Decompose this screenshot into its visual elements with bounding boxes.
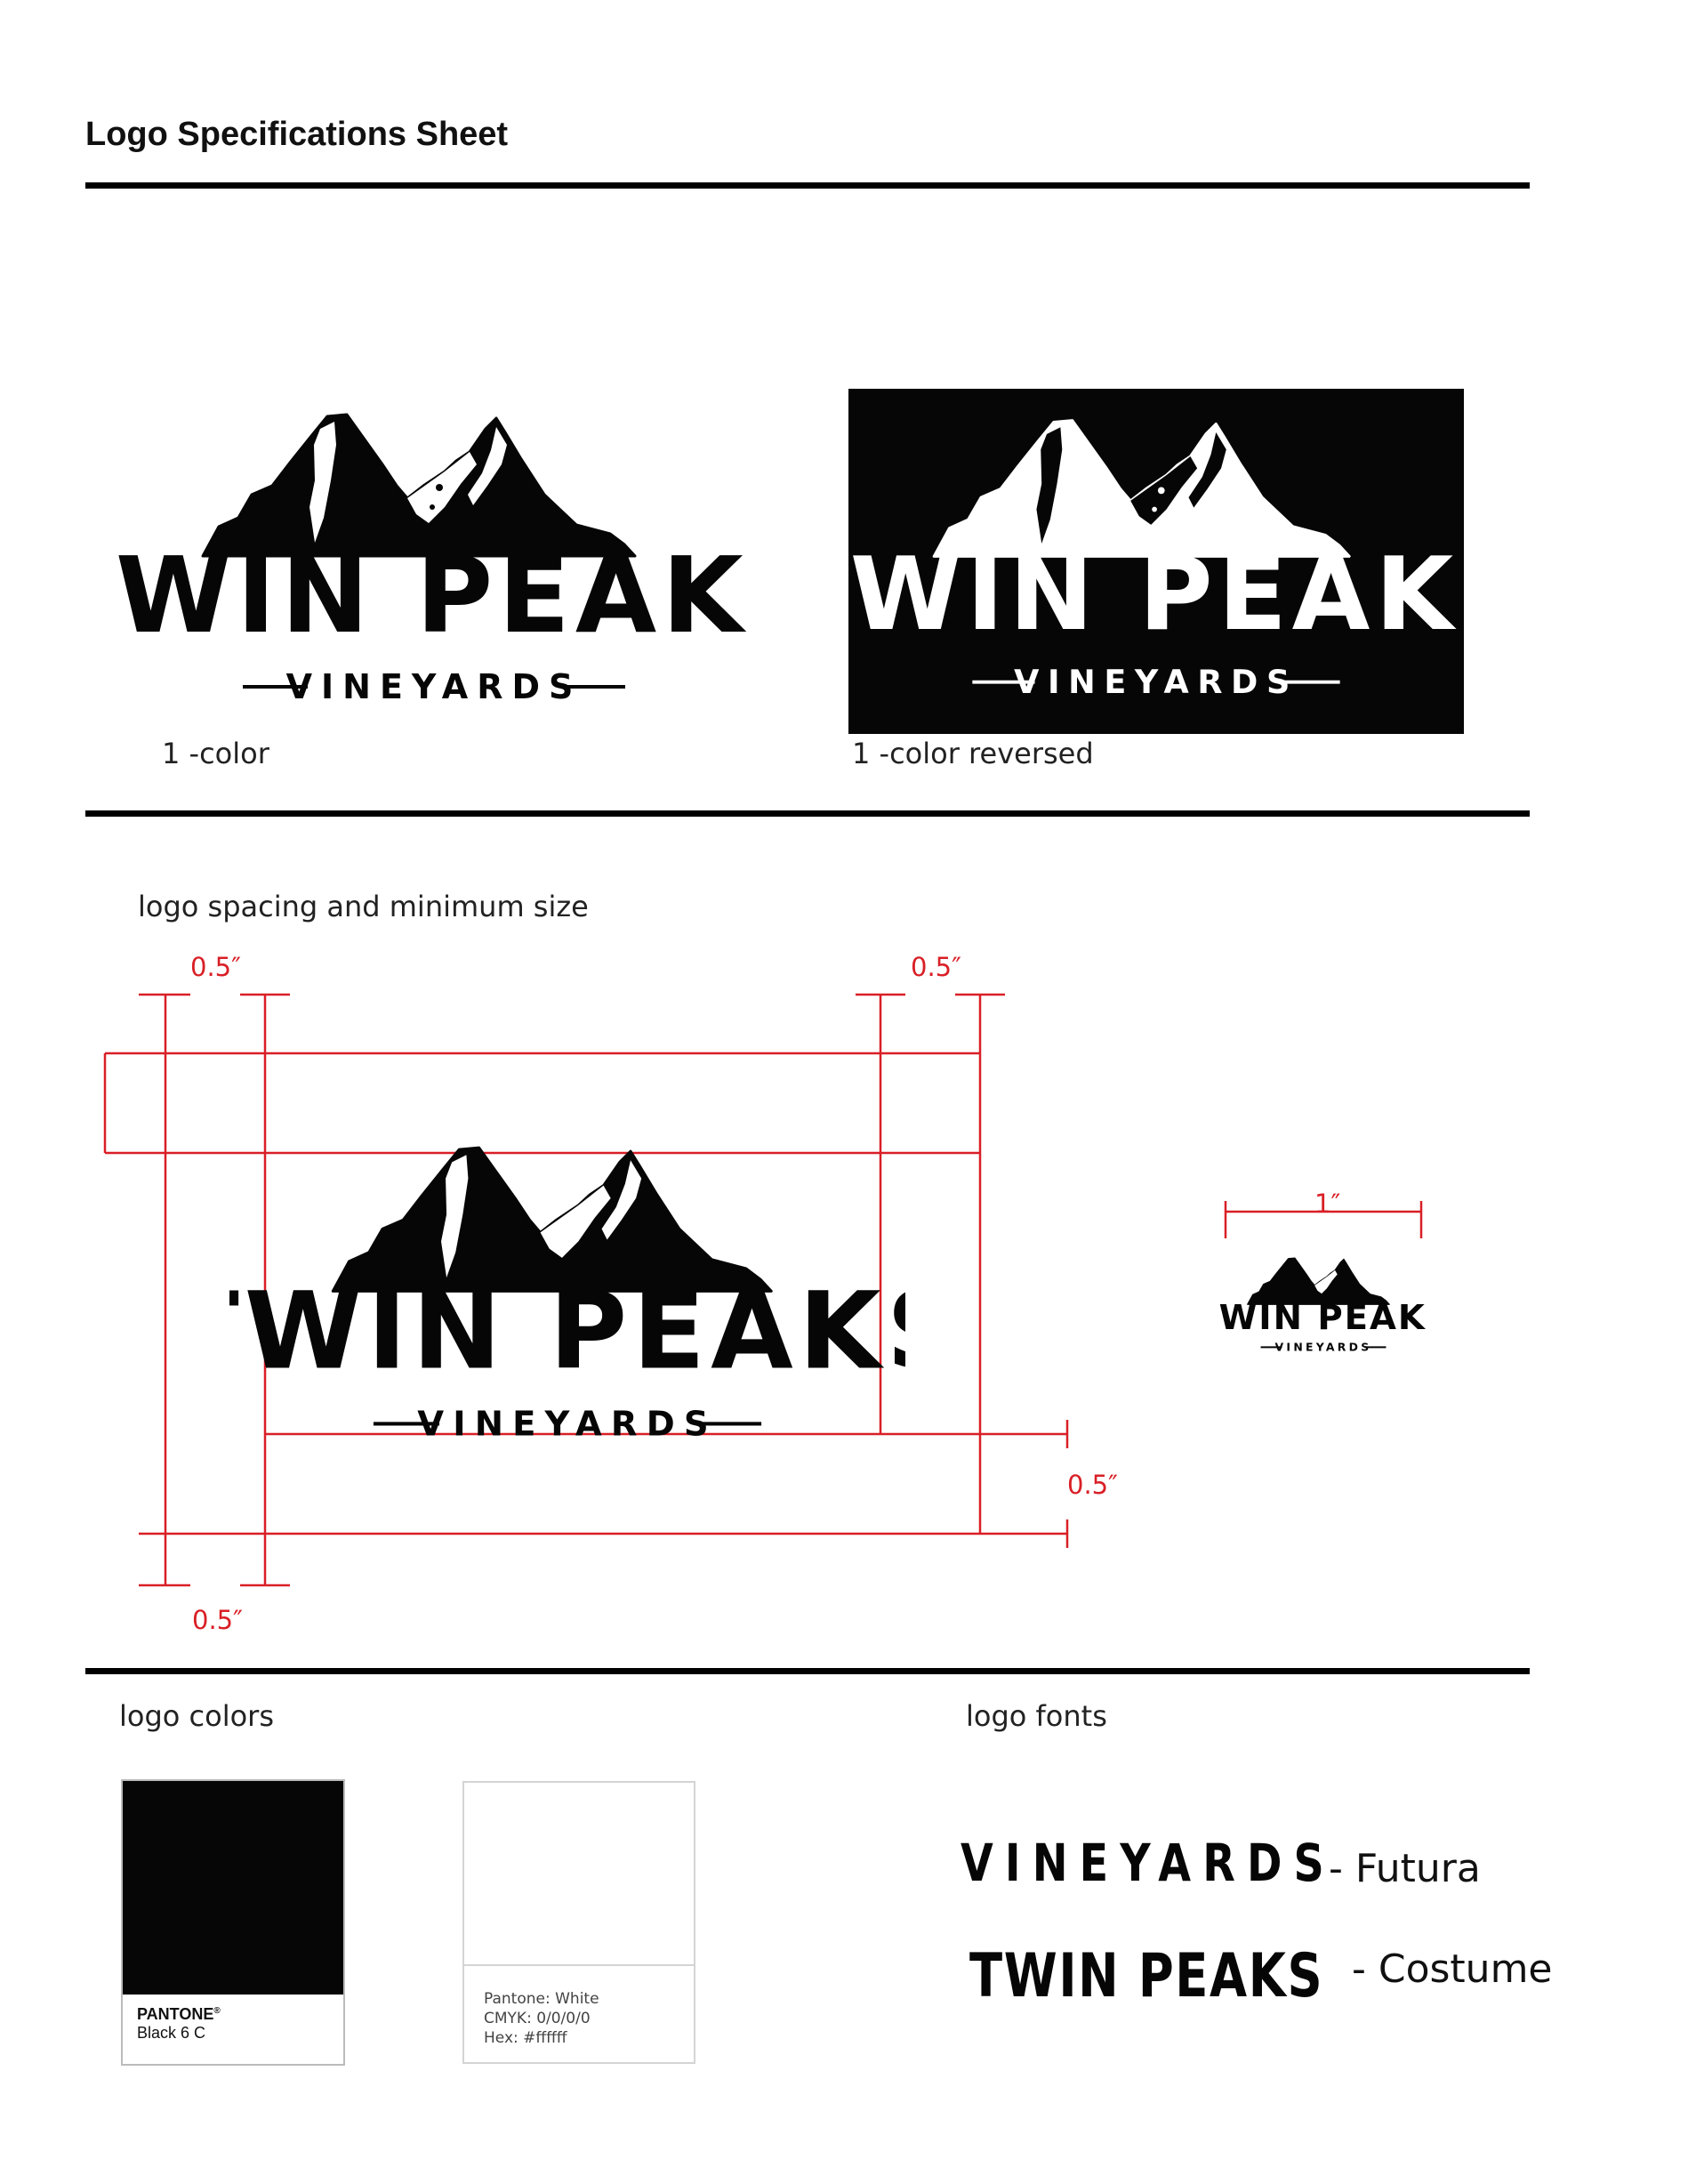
font-sample-vineyards: VINEYARDS <box>961 1833 1336 1893</box>
divider <box>85 1668 1530 1674</box>
min-size-label: 1″ <box>1314 1189 1341 1219</box>
logo-minimum-size: TWIN PEAKS VINEYARDS <box>1218 1257 1428 1354</box>
margin-label-bottom: 0.5″ <box>192 1605 243 1635</box>
logo-vineyards-text: VINEYARDS <box>417 1405 717 1445</box>
colors-heading: logo colors <box>119 1699 274 1733</box>
logo-twin-peaks-text: TWIN PEAKS <box>229 1270 905 1394</box>
color-swatch-white: Pantone: White CMYK: 0/0/0/0 Hex: #fffff… <box>462 1781 695 2064</box>
swatch-black-fill <box>123 1781 343 1995</box>
font-name-costume: - Costume <box>1352 1946 1553 1992</box>
swatch-brand: PANTONE® <box>137 2005 221 2023</box>
margin-label-right: 0.5″ <box>1067 1470 1118 1500</box>
margin-label-top-right: 0.5″ <box>911 952 961 982</box>
swatch-divider <box>464 1964 694 1966</box>
swatch-code: Black 6 C <box>137 2024 206 2042</box>
logo-twin-peaks-text: TWIN PEAKS <box>1218 1298 1428 1338</box>
mountains-icon <box>1247 1257 1390 1305</box>
font-name-futura: - Futura <box>1329 1846 1481 1891</box>
color-swatch-black: PANTONE® Black 6 C <box>121 1779 345 2066</box>
swatch-info: Pantone: White CMYK: 0/0/0/0 Hex: #fffff… <box>484 1990 599 2047</box>
font-sample-twin-peaks: TWIN PEAKS <box>969 1941 1324 2011</box>
margin-label-top-left: 0.5″ <box>190 952 241 982</box>
fonts-heading: logo fonts <box>966 1699 1107 1733</box>
logo-vineyards-text: VINEYARDS <box>1275 1341 1372 1354</box>
logo-spacing-example: TWIN PEAKS VINEYARDS <box>229 1146 905 1445</box>
